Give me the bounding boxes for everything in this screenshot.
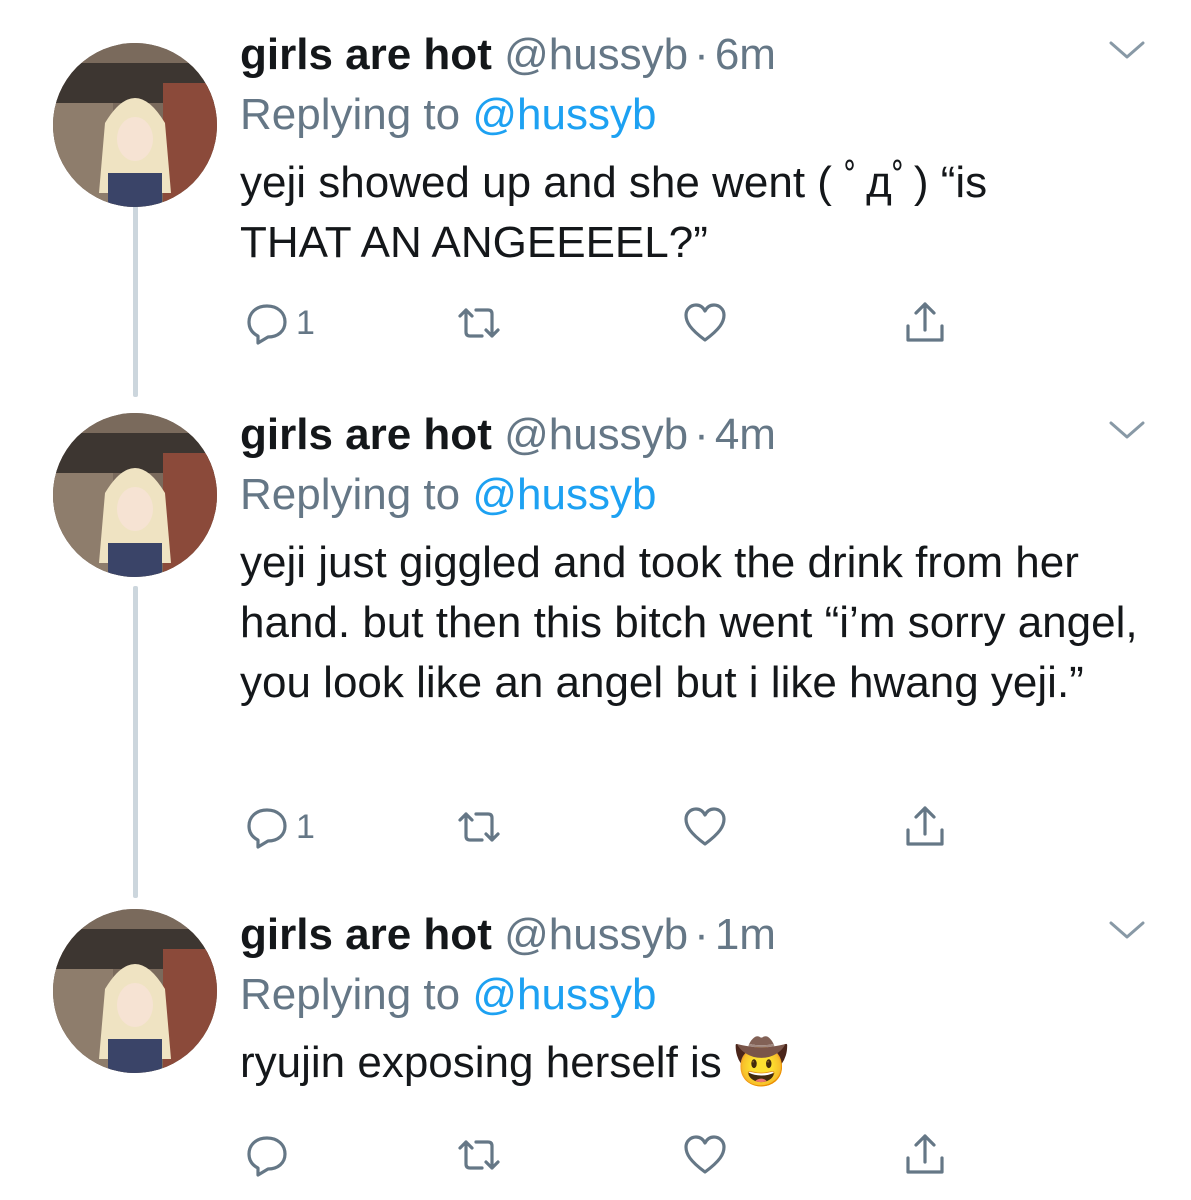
avatar-image — [53, 909, 217, 1073]
like-button[interactable] — [682, 295, 728, 351]
replying-mention-link[interactable]: @hussyb — [472, 470, 656, 519]
reply-icon — [247, 808, 287, 849]
avatar-image — [53, 43, 217, 207]
tweet-text: ryujin exposing herself is 🤠 — [240, 1038, 789, 1087]
tweet-header: girls are hot @hussyb · 4m — [240, 405, 776, 465]
avatar[interactable] — [53, 909, 217, 1073]
like-icon — [684, 807, 726, 846]
replying-to: Replying to @hussyb — [240, 965, 656, 1025]
replying-mention-link[interactable]: @hussyb — [472, 970, 656, 1019]
share-button[interactable] — [902, 295, 948, 351]
tweet-timestamp[interactable]: 6m — [715, 30, 776, 79]
share-icon — [906, 806, 944, 846]
replying-prefix: Replying to — [240, 970, 461, 1019]
retweet-button[interactable] — [456, 799, 502, 855]
replying-prefix: Replying to — [240, 90, 461, 139]
separator-dot: · — [694, 910, 709, 959]
avatar[interactable] — [53, 43, 217, 207]
user-handle[interactable]: @hussyb — [504, 30, 688, 79]
share-button[interactable] — [902, 799, 948, 855]
tweet-header: girls are hot @hussyb · 1m — [240, 905, 776, 965]
tweet-timestamp[interactable]: 4m — [715, 410, 776, 459]
tweet-actions: 1 — [244, 799, 964, 855]
chevron-down-icon[interactable] — [1107, 915, 1147, 943]
display-name[interactable]: girls are hot — [240, 910, 492, 959]
replying-mention-link[interactable]: @hussyb — [472, 90, 656, 139]
replying-to: Replying to @hussyb — [240, 465, 656, 525]
tweet-header: girls are hot @hussyb · 6m — [240, 25, 776, 85]
retweet-icon — [458, 812, 500, 842]
share-icon — [906, 302, 944, 342]
tweet-timestamp[interactable]: 1m — [715, 910, 776, 959]
tweet-actions: 1 — [244, 295, 964, 351]
reply-button[interactable] — [244, 1127, 296, 1183]
replying-prefix: Replying to — [240, 470, 461, 519]
reply-count: 1 — [296, 303, 315, 342]
reply-icon — [247, 304, 287, 345]
like-icon — [684, 1135, 726, 1174]
thread-connector — [133, 586, 138, 898]
reply-button[interactable]: 1 — [244, 295, 315, 351]
like-button[interactable] — [682, 1127, 728, 1183]
like-icon — [684, 303, 726, 342]
avatar[interactable] — [53, 413, 217, 577]
tweet-actions — [244, 1127, 964, 1183]
display-name[interactable]: girls are hot — [240, 30, 492, 79]
like-button[interactable] — [682, 799, 728, 855]
retweet-icon — [458, 1140, 500, 1170]
retweet-button[interactable] — [456, 295, 502, 351]
reply-button[interactable]: 1 — [244, 799, 315, 855]
share-button[interactable] — [902, 1127, 948, 1183]
user-handle[interactable]: @hussyb — [504, 410, 688, 459]
display-name[interactable]: girls are hot — [240, 410, 492, 459]
chevron-down-icon[interactable] — [1107, 35, 1147, 63]
tweet-text: yeji showed up and she went ( ﾟдﾟ) “is T… — [240, 158, 988, 267]
retweet-icon — [458, 308, 500, 338]
retweet-button[interactable] — [456, 1127, 502, 1183]
thread-connector — [133, 205, 138, 397]
separator-dot: · — [694, 410, 709, 459]
share-icon — [906, 1134, 944, 1174]
tweet-text: yeji just giggled and took the drink fro… — [240, 538, 1138, 707]
separator-dot: · — [694, 30, 709, 79]
replying-to: Replying to @hussyb — [240, 85, 656, 145]
user-handle[interactable]: @hussyb — [504, 910, 688, 959]
reply-icon — [247, 1136, 287, 1177]
reply-count: 1 — [296, 807, 315, 846]
avatar-image — [53, 413, 217, 577]
chevron-down-icon[interactable] — [1107, 415, 1147, 443]
